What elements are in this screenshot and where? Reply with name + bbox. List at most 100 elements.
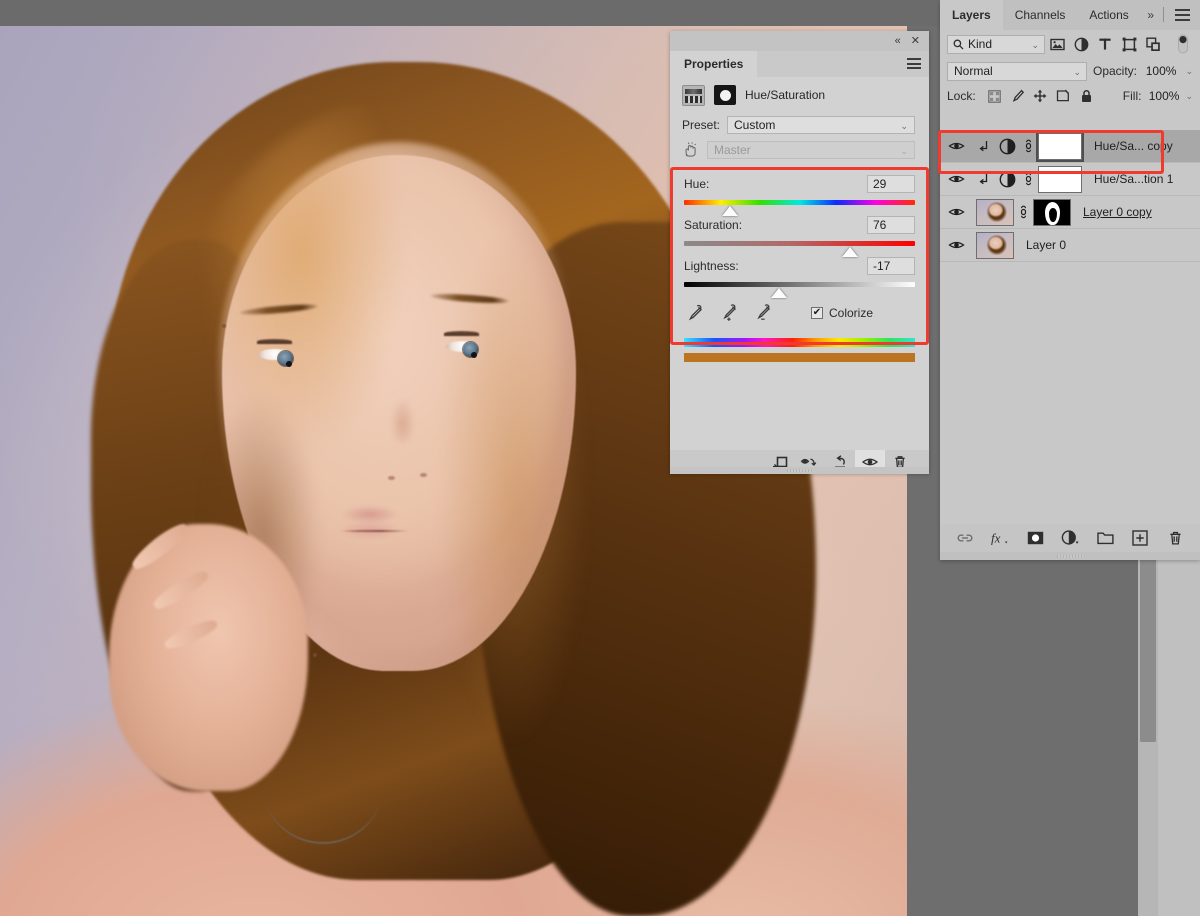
clipping-mask-indicator-icon xyxy=(973,140,995,153)
layer-name[interactable]: Layer 0 copy xyxy=(1071,205,1152,219)
blend-mode-select[interactable]: Normal ⌄ xyxy=(947,61,1087,81)
on-image-adjust-icon[interactable] xyxy=(682,142,700,158)
filter-kind-label: Kind xyxy=(968,37,993,51)
hue-value-field[interactable]: 29 xyxy=(867,175,915,193)
table-row[interactable]: Layer 0 copy xyxy=(940,196,1200,229)
new-layer-button[interactable] xyxy=(1130,528,1150,548)
adjustment-layer-thumbnail[interactable] xyxy=(995,138,1019,155)
colorize-control[interactable]: ✔ Colorize xyxy=(811,306,873,320)
eye-icon xyxy=(948,208,965,216)
tab-overflow-icon[interactable]: » xyxy=(1147,8,1154,22)
lightness-gradient-bar xyxy=(684,282,915,287)
layer-visibility-toggle[interactable] xyxy=(940,173,973,185)
layer-visibility-toggle[interactable] xyxy=(940,206,973,218)
link-layers-button[interactable] xyxy=(955,528,975,548)
layer-mask-icon[interactable] xyxy=(714,85,736,105)
saturation-slider-block: Saturation: 76 xyxy=(684,216,915,257)
lock-image-pixels-icon[interactable] xyxy=(1006,86,1029,106)
eyedropper-plus-icon[interactable] xyxy=(721,304,739,322)
layer-image-thumbnail[interactable] xyxy=(973,231,1014,259)
hue-gradient-bar xyxy=(684,200,915,205)
eye-icon xyxy=(948,142,965,150)
lock-position-icon[interactable] xyxy=(1029,86,1052,106)
portrait-thumbnail xyxy=(976,231,1014,259)
channel-select[interactable]: Master ⌄ xyxy=(707,141,915,159)
filter-kind-select[interactable]: Kind ⌄ xyxy=(947,34,1045,54)
table-row[interactable]: Hue/Sa... copy xyxy=(940,130,1200,163)
opacity-value-field[interactable]: 100% xyxy=(1143,62,1180,80)
layer-mask-thumbnail[interactable] xyxy=(1038,165,1082,193)
channel-row: Master ⌄ xyxy=(670,137,929,163)
layer-name[interactable]: Hue/Sa...tion 1 xyxy=(1082,172,1173,186)
fill-value-field[interactable]: 100% xyxy=(1144,87,1183,105)
lock-transparent-pixels-icon[interactable] xyxy=(983,86,1006,106)
adjustment-title: Hue/Saturation xyxy=(745,88,826,102)
tab-actions[interactable]: Actions xyxy=(1077,0,1140,30)
lock-artboard-nesting-icon[interactable] xyxy=(1052,86,1075,106)
photo-pupil-right xyxy=(470,351,477,358)
filter-pixel-layers-icon[interactable] xyxy=(1045,33,1069,55)
link-mask-icon[interactable] xyxy=(1019,139,1038,153)
delete-layer-button[interactable] xyxy=(1165,528,1185,548)
layer-mask-thumbnail[interactable] xyxy=(1033,198,1071,226)
preset-value: Custom xyxy=(734,118,776,132)
opacity-chevron-down-icon[interactable]: ⌄ xyxy=(1185,66,1193,77)
link-mask-icon[interactable] xyxy=(1014,205,1033,219)
preset-select[interactable]: Custom ⌄ xyxy=(727,116,915,134)
layer-visibility-toggle[interactable] xyxy=(940,140,973,152)
layer-styles-button[interactable]: fx xyxy=(990,528,1010,548)
link-mask-icon[interactable] xyxy=(1019,172,1038,186)
table-row[interactable]: Hue/Sa...tion 1 xyxy=(940,163,1200,196)
saturation-value-field[interactable]: 76 xyxy=(867,216,915,234)
photo-lips xyxy=(331,504,410,539)
new-group-button[interactable] xyxy=(1095,528,1115,548)
saturation-slider-thumb[interactable] xyxy=(842,247,859,257)
photo-nostril-right xyxy=(419,472,427,477)
properties-panel-resize-grip[interactable] xyxy=(670,467,929,474)
layer-filter-row: Kind ⌄ xyxy=(940,30,1200,58)
hue-saturation-icon[interactable] xyxy=(682,84,705,106)
table-row[interactable]: Layer 0 xyxy=(940,229,1200,262)
opacity-label: Opacity: xyxy=(1092,64,1137,78)
lightness-label: Lightness: xyxy=(684,259,739,273)
fill-label: Fill: xyxy=(1122,89,1142,103)
tab-properties[interactable]: Properties xyxy=(670,51,758,77)
chevron-down-icon: ⌄ xyxy=(1031,39,1039,50)
tab-channels[interactable]: Channels xyxy=(1003,0,1078,30)
collapse-panel-icon[interactable]: « xyxy=(895,35,901,47)
layer-image-thumbnail[interactable] xyxy=(973,198,1014,226)
tab-layers[interactable]: Layers xyxy=(940,0,1003,30)
properties-panel-menu-icon[interactable] xyxy=(907,58,921,69)
add-layer-mask-button[interactable] xyxy=(1025,528,1045,548)
filter-enable-toggle-icon[interactable] xyxy=(1173,33,1193,55)
hue-slider-track[interactable] xyxy=(684,200,915,216)
filter-smart-objects-icon[interactable] xyxy=(1141,33,1165,55)
new-adjustment-layer-button[interactable] xyxy=(1060,528,1080,548)
eye-icon xyxy=(948,175,965,183)
hue-slider-thumb[interactable] xyxy=(722,206,739,216)
filter-shape-layers-icon[interactable] xyxy=(1117,33,1141,55)
lightness-slider-thumb[interactable] xyxy=(770,288,787,298)
layer-visibility-toggle[interactable] xyxy=(940,239,973,251)
layers-panel-menu-icon[interactable] xyxy=(1175,9,1190,21)
saturation-slider-track[interactable] xyxy=(684,241,915,257)
layer-name[interactable]: Layer 0 xyxy=(1014,238,1066,252)
filter-type-layers-icon[interactable] xyxy=(1093,33,1117,55)
portrait-thumbnail xyxy=(976,198,1014,226)
close-icon[interactable]: ✕ xyxy=(911,35,920,47)
layer-mask-thumbnail[interactable] xyxy=(1036,130,1084,162)
lightness-slider-track[interactable] xyxy=(684,282,915,298)
preset-row: Preset: Custom ⌄ xyxy=(670,113,929,137)
lock-all-icon[interactable] xyxy=(1075,86,1098,106)
layer-name[interactable]: Hue/Sa... copy xyxy=(1082,139,1173,153)
layers-panel-resize-grip[interactable] xyxy=(940,552,1200,560)
channel-value: Master xyxy=(714,143,751,157)
filter-adjustment-layers-icon[interactable] xyxy=(1069,33,1093,55)
eyedropper-minus-icon[interactable] xyxy=(755,304,773,322)
eyedropper-icon[interactable] xyxy=(687,304,705,322)
fill-chevron-down-icon[interactable]: ⌄ xyxy=(1185,91,1193,102)
colorize-checkbox[interactable]: ✔ xyxy=(811,307,823,319)
lightness-value-field[interactable]: -17 xyxy=(867,257,915,275)
adjustment-layer-thumbnail[interactable] xyxy=(995,171,1019,188)
properties-tab-row: Properties xyxy=(670,51,929,77)
